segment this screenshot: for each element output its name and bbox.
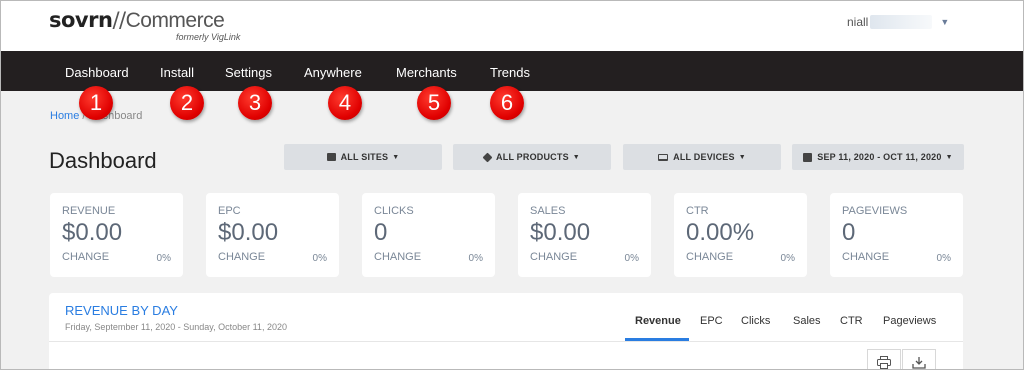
- page-title: Dashboard: [49, 148, 157, 173]
- print-button[interactable]: [867, 349, 901, 369]
- stat-change-label: CHANGE: [374, 251, 422, 263]
- stat-card-sales: SALES $0.00 CHANGE 0%: [518, 193, 651, 277]
- app-window: sovrn//Commerce formerly VigLink niall ▼…: [0, 0, 1024, 370]
- stat-label: EPC: [218, 205, 241, 217]
- stat-value: $0.00: [62, 219, 123, 246]
- stat-change-label: CHANGE: [686, 251, 734, 263]
- stat-card-revenue: REVENUE $0.00 CHANGE 0%: [50, 193, 183, 277]
- callout-3: 3: [238, 86, 272, 120]
- stat-change-label: CHANGE: [530, 251, 578, 263]
- chevron-down-icon: ▼: [572, 153, 580, 161]
- window-icon: [326, 153, 336, 161]
- filter-sites-label: ALL SITES: [340, 152, 389, 162]
- filter-products-button[interactable]: ALL PRODUCTS ▼: [453, 144, 611, 170]
- callout-6: 6: [490, 86, 524, 120]
- nav-install[interactable]: Install: [160, 65, 194, 80]
- chevron-down-icon: ▼: [392, 153, 400, 161]
- logo[interactable]: sovrn//Commerce: [49, 8, 225, 33]
- panel-title: REVENUE BY DAY: [65, 303, 178, 318]
- filter-date-label: SEP 11, 2020 - OCT 11, 2020: [817, 152, 942, 162]
- stat-card-pageviews: PAGEVIEWS 0 CHANGE 0%: [830, 193, 963, 277]
- tab-revenue[interactable]: Revenue: [635, 315, 681, 327]
- logo-product: Commerce: [125, 9, 225, 32]
- logo-brand: sovrn: [49, 8, 113, 32]
- nav-trends[interactable]: Trends: [490, 65, 530, 80]
- filter-products-label: ALL PRODUCTS: [496, 152, 569, 162]
- stat-value: 0.00%: [686, 219, 755, 246]
- callout-1: 1: [79, 86, 113, 120]
- stat-label: REVENUE: [62, 205, 116, 217]
- main-nav: Dashboard Install Settings Anywhere Merc…: [1, 51, 1023, 91]
- stat-card-ctr: CTR 0.00% CHANGE 0%: [674, 193, 807, 277]
- callout-4: 4: [328, 86, 362, 120]
- panel-date-range: Friday, September 11, 2020 - Sunday, Oct…: [65, 322, 287, 332]
- callout-5: 5: [417, 86, 451, 120]
- tab-clicks[interactable]: Clicks: [741, 315, 770, 327]
- brand-bar: sovrn//Commerce formerly VigLink niall ▼: [1, 1, 1023, 51]
- stat-change-label: CHANGE: [62, 251, 110, 263]
- breadcrumb-home[interactable]: Home: [50, 110, 79, 122]
- nav-merchants[interactable]: Merchants: [396, 65, 457, 80]
- nav-settings[interactable]: Settings: [225, 65, 272, 80]
- stat-label: SALES: [530, 205, 566, 217]
- stat-change-value: 0%: [936, 253, 951, 264]
- tab-epc[interactable]: EPC: [700, 315, 723, 327]
- download-icon: [912, 356, 926, 369]
- logo-separator: //: [112, 8, 126, 32]
- filter-sites-button[interactable]: ALL SITES ▼: [284, 144, 442, 170]
- stat-change-value: 0%: [156, 253, 171, 264]
- revenue-by-day-panel: REVENUE BY DAY Friday, September 11, 202…: [49, 293, 963, 369]
- filter-date-range-button[interactable]: SEP 11, 2020 - OCT 11, 2020 ▼: [792, 144, 964, 170]
- stat-value: 0: [374, 219, 388, 246]
- redacted-user-name: [870, 15, 933, 29]
- panel-divider: [49, 341, 963, 342]
- logo-tagline: formerly VigLink: [176, 32, 241, 42]
- tab-sales[interactable]: Sales: [793, 315, 821, 327]
- download-button[interactable]: [902, 349, 936, 369]
- stat-change-value: 0%: [312, 253, 327, 264]
- laptop-icon: [658, 153, 669, 161]
- stat-value: $0.00: [530, 219, 591, 246]
- nav-dashboard[interactable]: Dashboard: [65, 65, 129, 80]
- stat-change-value: 0%: [624, 253, 639, 264]
- stat-change-value: 0%: [468, 253, 483, 264]
- printer-icon: [877, 355, 891, 369]
- tab-ctr[interactable]: CTR: [840, 315, 863, 327]
- tab-pageviews[interactable]: Pageviews: [883, 315, 936, 327]
- stat-value: $0.00: [218, 219, 279, 246]
- callout-2: 2: [170, 86, 204, 120]
- stat-change-label: CHANGE: [842, 251, 890, 263]
- cube-icon: [482, 152, 493, 162]
- stat-value: 0: [842, 219, 856, 246]
- chevron-down-icon: ▼: [945, 153, 953, 161]
- stat-label: CLICKS: [374, 205, 414, 217]
- stat-card-clicks: CLICKS 0 CHANGE 0%: [362, 193, 495, 277]
- nav-anywhere[interactable]: Anywhere: [304, 65, 362, 80]
- chevron-down-icon: ▼: [738, 153, 746, 161]
- stat-change-label: CHANGE: [218, 251, 266, 263]
- stat-change-value: 0%: [780, 253, 795, 264]
- calendar-icon: [803, 152, 813, 162]
- user-menu[interactable]: niall ▼: [847, 15, 949, 29]
- chevron-down-icon: ▼: [940, 17, 950, 27]
- stat-label: CTR: [686, 205, 709, 217]
- stat-label: PAGEVIEWS: [842, 205, 908, 217]
- user-name: niall: [847, 15, 869, 29]
- filter-devices-button[interactable]: ALL DEVICES ▼: [623, 144, 781, 170]
- filter-devices-label: ALL DEVICES: [673, 152, 735, 162]
- stat-card-epc: EPC $0.00 CHANGE 0%: [206, 193, 339, 277]
